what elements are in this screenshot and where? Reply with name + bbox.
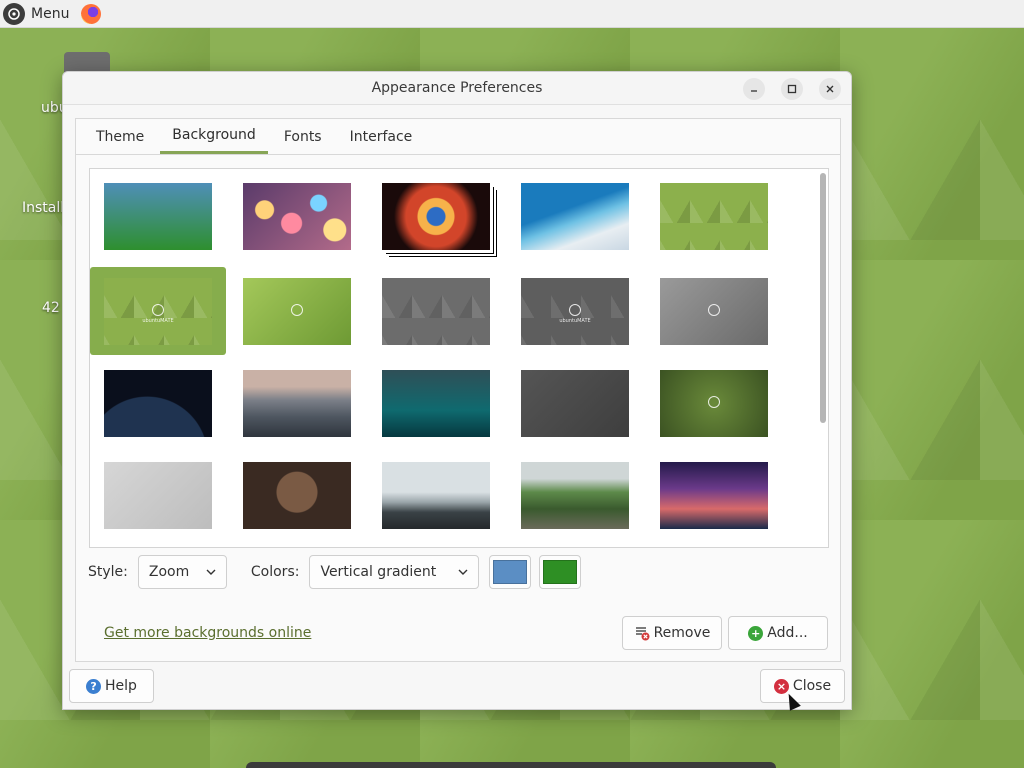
ubuntu-mate-logo-icon: [569, 303, 581, 316]
colors-label: Colors:: [250, 564, 300, 580]
wallpaper-thumb-green-geometric[interactable]: [660, 183, 768, 250]
tab-theme[interactable]: Theme: [84, 119, 156, 154]
tab-background[interactable]: Background: [160, 119, 268, 154]
colors-combo[interactable]: Vertical gradient: [309, 555, 480, 589]
ubuntu-mate-logo-icon: [291, 303, 303, 316]
appearance-preferences-dialog: Appearance Preferences Theme Background …: [62, 71, 852, 710]
firefox-icon[interactable]: [81, 3, 102, 24]
primary-color-button[interactable]: [489, 555, 532, 589]
minimize-icon: [751, 90, 757, 92]
style-combo[interactable]: Zoom: [137, 555, 227, 589]
wallpaper-thumb-green-dark-logo[interactable]: [660, 370, 768, 437]
wallpaper-thumb-ocean-waves[interactable]: [521, 183, 629, 250]
desktop-label-install[interactable]: Install: [22, 200, 64, 216]
wallpaper-thumb-light-gray-plain[interactable]: [104, 462, 212, 529]
grid-scrollbar[interactable]: [820, 173, 826, 423]
titlebar[interactable]: Appearance Preferences: [63, 72, 851, 105]
style-row: Style: Zoom Colors: Vertical gradient: [88, 555, 828, 589]
help-icon: ?: [86, 678, 102, 694]
menu-label[interactable]: Menu: [31, 6, 69, 22]
wallpaper-thumb-milky-way-sky[interactable]: [660, 462, 768, 529]
wallpaper-thumb-mountain-valley[interactable]: [243, 370, 351, 437]
wallpaper-thumb-bokeh-lights[interactable]: [243, 183, 351, 250]
dialog-title: Appearance Preferences: [371, 80, 543, 96]
maximize-icon: [787, 84, 797, 94]
remove-button[interactable]: Remove: [622, 616, 722, 650]
more-backgrounds-link[interactable]: Get more backgrounds online: [104, 625, 311, 641]
wallpaper-thumb-ubuntu-mate-gray[interactable]: ubuntuMATE: [521, 278, 629, 345]
desktop-label-number[interactable]: 42: [42, 300, 60, 316]
minimize-button[interactable]: [743, 78, 765, 100]
wallpaper-thumb-helix-nebula[interactable]: [382, 183, 490, 250]
wallpaper-thumb-green-polygon-logo[interactable]: [243, 278, 351, 345]
help-label: Help: [105, 678, 137, 694]
close-button[interactable]: × Close: [760, 669, 845, 703]
chevron-down-icon: [458, 569, 468, 575]
wallpaper-thumb-green-cliffs[interactable]: [521, 462, 629, 529]
dialog-action-row: ? Help × Close: [69, 669, 845, 703]
ubuntu-mate-logo-icon: [708, 303, 720, 316]
thumb-brand-text: ubuntuMATE: [559, 318, 591, 325]
wallpaper-thumb-ubuntu-mate-green-selected[interactable]: ubuntuMATE: [104, 278, 212, 345]
add-button[interactable]: + Add...: [728, 616, 828, 650]
help-button[interactable]: ? Help: [69, 669, 154, 703]
tab-fonts[interactable]: Fonts: [272, 119, 334, 154]
wallpaper-thumb-misty-mountain[interactable]: [382, 462, 490, 529]
chevron-down-icon: [206, 569, 216, 575]
ubuntu-mate-logo-icon: [152, 303, 164, 316]
ubuntu-mate-logo-icon: [708, 395, 720, 408]
tab-interface[interactable]: Interface: [338, 119, 425, 154]
wallpaper-thumb-rain-drops[interactable]: [382, 370, 490, 437]
remove-label: Remove: [653, 625, 711, 641]
link-row: Get more backgrounds online Remove + Add…: [88, 616, 828, 650]
add-label: Add...: [767, 625, 808, 641]
primary-color-swatch: [493, 560, 528, 584]
wallpaper-grid[interactable]: ubuntuMATE ubuntuMATE: [89, 168, 829, 548]
wallpaper-thumb-earth-at-night[interactable]: [104, 370, 212, 437]
notebook: Theme Background Fonts Interface ubuntuM…: [75, 118, 841, 662]
bottom-dock: [246, 762, 776, 768]
secondary-color-button[interactable]: [539, 555, 582, 589]
ubuntu-mate-logo-icon[interactable]: [3, 2, 25, 25]
style-value: Zoom: [148, 564, 190, 580]
colors-value: Vertical gradient: [320, 564, 437, 580]
secondary-color-swatch: [543, 560, 578, 584]
add-icon: +: [748, 625, 764, 641]
close-icon: [826, 85, 834, 93]
wallpaper-thumb-gray-geometric[interactable]: [382, 278, 490, 345]
wallpaper-thumb-gray-polygon-logo[interactable]: [660, 278, 768, 345]
maximize-button[interactable]: [781, 78, 803, 100]
tab-bar: Theme Background Fonts Interface: [76, 119, 840, 155]
wallpaper-thumb-dark-gray-plain[interactable]: [521, 370, 629, 437]
close-circle-icon: ×: [773, 678, 789, 694]
top-panel: Menu: [0, 0, 1024, 28]
wallpaper-thumb-vertical-gradient[interactable]: [104, 183, 212, 250]
close-label: Close: [792, 678, 832, 694]
wallpaper-thumb-armored-warrior[interactable]: [243, 462, 351, 529]
style-label: Style:: [88, 564, 128, 580]
thumb-brand-text: ubuntuMATE: [142, 318, 174, 325]
close-window-button[interactable]: [819, 78, 841, 100]
remove-list-icon: [635, 627, 650, 641]
